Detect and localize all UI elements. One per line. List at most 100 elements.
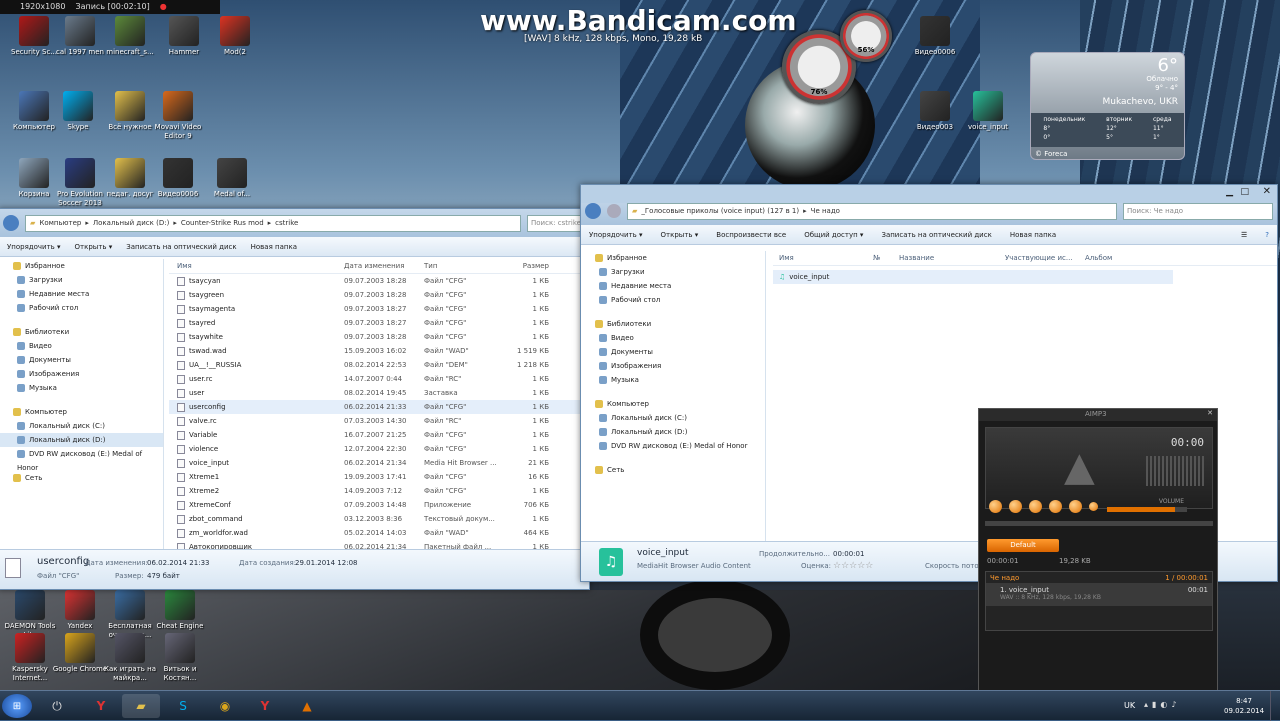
aimp-play-button[interactable]: [1009, 500, 1022, 513]
aimp-preset-button[interactable]: Default: [987, 539, 1059, 552]
nav-item[interactable]: Сеть: [581, 463, 765, 477]
play-all-button[interactable]: Воспроизвести все: [716, 231, 786, 239]
column-name[interactable]: Имя: [169, 259, 344, 273]
nav-item[interactable]: Музыка: [0, 381, 163, 395]
nav-item[interactable]: Рабочий стол: [581, 293, 765, 307]
aimp-titlebar[interactable]: AIMP3 ✕: [979, 409, 1217, 421]
breadcrumb-item[interactable]: Че надо: [811, 207, 840, 215]
tray-icons[interactable]: ▴▮◐♪: [1144, 700, 1181, 709]
desktop-icon[interactable]: Skype: [48, 91, 108, 132]
breadcrumb-item[interactable]: Локальный диск (D:): [93, 219, 169, 227]
nav-item[interactable]: Локальный диск (D:): [581, 425, 765, 439]
column-size[interactable]: Размер: [504, 259, 549, 273]
nav-item[interactable]: Музыка: [581, 373, 765, 387]
nav-item[interactable]: Видео: [581, 331, 765, 345]
nav-item[interactable]: DVD RW дисковод (E:) Medal of Honor: [581, 439, 765, 453]
nav-item[interactable]: DVD RW дисковод (E:) Medal of Honor: [0, 447, 163, 472]
view-options-icon[interactable]: ☰: [1241, 231, 1247, 239]
nav-item[interactable]: Документы: [0, 353, 163, 367]
taskbar-item[interactable]: Y: [82, 694, 120, 718]
forward-icon[interactable]: [607, 204, 621, 218]
nav-item[interactable]: Компьютер: [0, 405, 163, 419]
burn-button[interactable]: Записать на оптический диск: [881, 231, 991, 239]
nav-item[interactable]: Загрузки: [581, 265, 765, 279]
address-bar[interactable]: ▰ _Голосовые приколы (voice input) (127 …: [627, 202, 1117, 220]
aimp-open-button[interactable]: [1089, 502, 1098, 511]
clock[interactable]: 8:47 09.02.2014: [1224, 696, 1264, 716]
desktop-icon[interactable]: Видео003: [905, 91, 965, 132]
nav-item[interactable]: Недавние места: [581, 279, 765, 293]
weather-gadget[interactable]: 6° Облачно 9° - 4° Mukachevo, UKR понедел…: [1030, 52, 1185, 160]
new-folder-button[interactable]: Новая папка: [1010, 231, 1056, 239]
desktop-icon[interactable]: minecraft_s...: [100, 16, 160, 57]
table-row[interactable]: zm_worldfor.wad 05.02.2014 14:03 Файл "WAD…: [169, 526, 589, 540]
record-icon[interactable]: ●: [160, 2, 167, 12]
maximize-icon[interactable]: □: [1240, 187, 1249, 197]
nav-item[interactable]: Видео: [0, 339, 163, 353]
minimize-icon[interactable]: ▁: [1226, 187, 1233, 197]
aimp-player[interactable]: AIMP3 ✕ ▲ 00:00 VOLUME Default 00:00:01 …: [978, 408, 1218, 692]
table-row[interactable]: userconfig 06.02.2014 21:33 Файл "CFG" 1 КБ: [169, 400, 589, 414]
aimp-seek-bar[interactable]: [985, 521, 1213, 526]
table-row[interactable]: Xtreme2 14.09.2003 7:12 Файл "CFG" 1 КБ: [169, 484, 589, 498]
memory-gauge[interactable]: 56%: [840, 10, 892, 62]
table-row[interactable]: Variable 16.07.2007 21:25 Файл "CFG" 1 КБ: [169, 428, 589, 442]
nav-item[interactable]: Рабочий стол: [0, 301, 163, 315]
back-icon[interactable]: [3, 215, 19, 231]
explorer-window-cstrike[interactable]: ▰ Компьютер ▸ Локальный диск (D:) ▸ Counte…: [0, 208, 590, 590]
column-title[interactable]: Название: [899, 251, 1005, 265]
table-row[interactable]: user 08.02.2014 19:45 Заставка 1 КБ: [169, 386, 589, 400]
show-desktop-button[interactable]: [1270, 691, 1280, 721]
close-icon[interactable]: ✕: [1263, 186, 1271, 197]
taskbar-item[interactable]: S: [164, 694, 202, 718]
column-date[interactable]: Дата изменения: [344, 259, 424, 273]
taskbar-item[interactable]: ▲: [288, 694, 326, 718]
desktop-icon[interactable]: voice_input: [958, 91, 1018, 132]
organize-button[interactable]: Упорядочить ▾: [589, 231, 643, 239]
search-input[interactable]: Поиск: Че надо: [1123, 202, 1273, 220]
column-artists[interactable]: Участвующие ис...: [1005, 251, 1085, 265]
table-row[interactable]: tsaywhite 09.07.2003 18:28 Файл "CFG" 1 КБ: [169, 330, 589, 344]
new-folder-button[interactable]: Новая папка: [251, 243, 297, 251]
nav-item[interactable]: Избранное: [581, 251, 765, 265]
nav-item[interactable]: Компьютер: [581, 397, 765, 411]
table-row[interactable]: valve.rc 07.03.2003 14:30 Файл "RC" 1 КБ: [169, 414, 589, 428]
nav-item[interactable]: Недавние места: [0, 287, 163, 301]
table-row[interactable]: violence 12.07.2004 22:30 Файл "CFG" 1 КБ: [169, 442, 589, 456]
language-indicator[interactable]: UK: [1124, 701, 1135, 710]
search-input[interactable]: Поиск: cstrike: [527, 214, 585, 232]
nav-item[interactable]: Загрузки: [0, 273, 163, 287]
nav-item[interactable]: Локальный диск (C:): [0, 419, 163, 433]
nav-item[interactable]: Локальный диск (C:): [581, 411, 765, 425]
recorder-bar[interactable]: 1920x1080 Запись [00:02:10] ●: [0, 0, 220, 14]
breadcrumb-item[interactable]: _Голосовые приколы (voice input) (127 в …: [641, 207, 799, 215]
nav-item[interactable]: Сеть: [0, 471, 163, 485]
breadcrumb-item[interactable]: cstrike: [275, 219, 298, 227]
table-row[interactable]: tsaygreen 09.07.2003 18:28 Файл "CFG" 1 КБ: [169, 288, 589, 302]
close-icon[interactable]: ✕: [1207, 409, 1213, 417]
nav-item[interactable]: Документы: [581, 345, 765, 359]
address-bar[interactable]: ▰ Компьютер ▸ Локальный диск (D:) ▸ Counte…: [25, 214, 521, 232]
aimp-volume-slider[interactable]: [1107, 507, 1187, 512]
list-item[interactable]: ♫ voice_input: [773, 270, 1173, 284]
desktop-icon[interactable]: Mod(2: [205, 16, 265, 57]
column-album[interactable]: Альбом: [1085, 251, 1165, 265]
burn-button[interactable]: Записать на оптический диск: [126, 243, 236, 251]
aimp-pause-button[interactable]: [1029, 500, 1042, 513]
table-row[interactable]: tsaycyan 09.07.2003 18:28 Файл "CFG" 1 КБ: [169, 274, 589, 288]
nav-item[interactable]: Изображения: [581, 359, 765, 373]
table-row[interactable]: user.rc 14.07.2007 0:44 Файл "RC" 1 КБ: [169, 372, 589, 386]
rating-stars[interactable]: ☆☆☆☆☆: [833, 561, 873, 571]
breadcrumb-item[interactable]: Компьютер: [39, 219, 81, 227]
table-row[interactable]: tswad.wad 15.09.2003 16:02 Файл "WAD" 1 519…: [169, 344, 589, 358]
aimp-prev-button[interactable]: [989, 500, 1002, 513]
table-row[interactable]: zbot_command 03.12.2003 8:36 Текстовый док…: [169, 512, 589, 526]
organize-button[interactable]: Упорядочить ▾: [7, 243, 61, 251]
aimp-next-button[interactable]: [1069, 500, 1082, 513]
open-button[interactable]: Открыть ▾: [75, 243, 113, 251]
nav-item[interactable]: Библиотеки: [581, 317, 765, 331]
desktop-icon[interactable]: Видео0006: [148, 158, 208, 199]
help-icon[interactable]: ?: [1265, 231, 1269, 239]
table-row[interactable]: Xtreme1 19.09.2003 17:41 Файл "CFG" 16 КБ: [169, 470, 589, 484]
back-icon[interactable]: [585, 203, 601, 219]
